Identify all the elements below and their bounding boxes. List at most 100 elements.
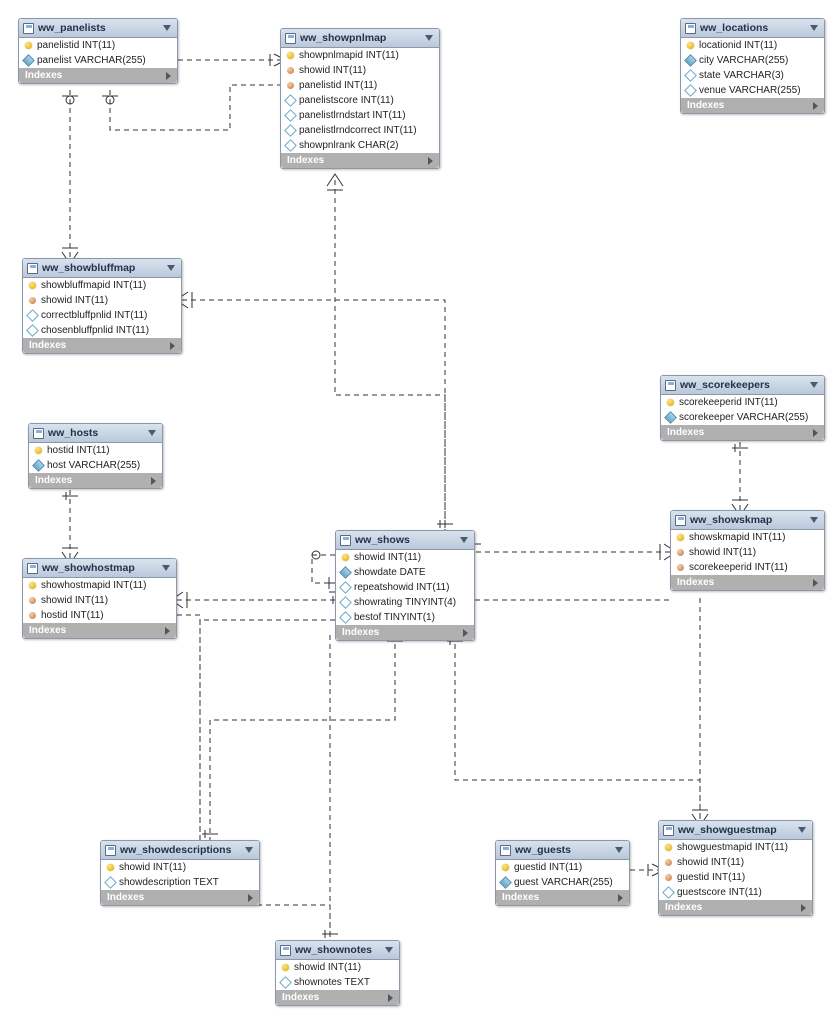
column-row[interactable]: guestid INT(11) — [659, 870, 812, 885]
column-row[interactable]: scorekeeperid INT(11) — [671, 560, 824, 575]
table-ww-shownotes[interactable]: ww_shownotesshowid INT(11)shownotes TEXT… — [275, 940, 400, 1006]
column-row[interactable]: showid INT(11) — [23, 293, 181, 308]
column-row[interactable]: hostid INT(11) — [29, 443, 162, 458]
indexes-section[interactable]: Indexes — [281, 153, 439, 168]
collapse-icon[interactable] — [163, 25, 171, 31]
table-ww-hosts[interactable]: ww_hostshostid INT(11)host VARCHAR(255)I… — [28, 423, 163, 489]
table-header[interactable]: ww_shownotes — [276, 941, 399, 960]
column-row[interactable]: host VARCHAR(255) — [29, 458, 162, 473]
table-ww-locations[interactable]: ww_locationslocationid INT(11)city VARCH… — [680, 18, 825, 114]
indexes-section[interactable]: Indexes — [101, 890, 259, 905]
table-header[interactable]: ww_showdescriptions — [101, 841, 259, 860]
column-row[interactable]: panelistid INT(11) — [19, 38, 177, 53]
collapse-icon[interactable] — [148, 430, 156, 436]
column-row[interactable]: panelistid INT(11) — [281, 78, 439, 93]
indexes-section[interactable]: Indexes — [336, 625, 474, 640]
column-row[interactable]: chosenbluffpnlid INT(11) — [23, 323, 181, 338]
column-row[interactable]: panelistlrndstart INT(11) — [281, 108, 439, 123]
table-header[interactable]: ww_showpnlmap — [281, 29, 439, 48]
expand-icon[interactable] — [813, 579, 818, 587]
expand-icon[interactable] — [165, 627, 170, 635]
expand-icon[interactable] — [801, 904, 806, 912]
expand-icon[interactable] — [428, 157, 433, 165]
column-row[interactable]: guestid INT(11) — [496, 860, 629, 875]
column-row[interactable]: repeatshowid INT(11) — [336, 580, 474, 595]
expand-icon[interactable] — [151, 477, 156, 485]
column-row[interactable]: state VARCHAR(3) — [681, 68, 824, 83]
column-row[interactable]: showid INT(11) — [101, 860, 259, 875]
collapse-icon[interactable] — [245, 847, 253, 853]
column-row[interactable]: showrating TINYINT(4) — [336, 595, 474, 610]
column-row[interactable]: correctbluffpnlid INT(11) — [23, 308, 181, 323]
collapse-icon[interactable] — [810, 25, 818, 31]
column-row[interactable]: venue VARCHAR(255) — [681, 83, 824, 98]
column-row[interactable]: showpnlmapid INT(11) — [281, 48, 439, 63]
collapse-icon[interactable] — [810, 382, 818, 388]
table-ww-shows[interactable]: ww_showsshowid INT(11)showdate DATErepea… — [335, 530, 475, 641]
expand-icon[interactable] — [388, 994, 393, 1002]
indexes-section[interactable]: Indexes — [23, 338, 181, 353]
column-row[interactable]: hostid INT(11) — [23, 608, 176, 623]
collapse-icon[interactable] — [162, 565, 170, 571]
column-row[interactable]: scorekeeperid INT(11) — [661, 395, 824, 410]
collapse-icon[interactable] — [385, 947, 393, 953]
table-header[interactable]: ww_guests — [496, 841, 629, 860]
column-row[interactable]: guestscore INT(11) — [659, 885, 812, 900]
column-row[interactable]: shownotes TEXT — [276, 975, 399, 990]
table-header[interactable]: ww_showbluffmap — [23, 259, 181, 278]
indexes-section[interactable]: Indexes — [23, 623, 176, 638]
column-row[interactable]: showid INT(11) — [671, 545, 824, 560]
column-row[interactable]: bestof TINYINT(1) — [336, 610, 474, 625]
column-row[interactable]: panelistscore INT(11) — [281, 93, 439, 108]
indexes-section[interactable]: Indexes — [29, 473, 162, 488]
collapse-icon[interactable] — [810, 517, 818, 523]
table-ww-showpnlmap[interactable]: ww_showpnlmapshowpnlmapid INT(11)showid … — [280, 28, 440, 169]
indexes-section[interactable]: Indexes — [681, 98, 824, 113]
table-ww-panelists[interactable]: ww_panelistspanelistid INT(11)panelist V… — [18, 18, 178, 84]
indexes-section[interactable]: Indexes — [659, 900, 812, 915]
table-header[interactable]: ww_locations — [681, 19, 824, 38]
column-row[interactable]: panelistlrndcorrect INT(11) — [281, 123, 439, 138]
column-row[interactable]: showhostmapid INT(11) — [23, 578, 176, 593]
table-ww-scorekeepers[interactable]: ww_scorekeepersscorekeeperid INT(11)scor… — [660, 375, 825, 441]
column-row[interactable]: showdate DATE — [336, 565, 474, 580]
column-row[interactable]: locationid INT(11) — [681, 38, 824, 53]
collapse-icon[interactable] — [615, 847, 623, 853]
column-row[interactable]: scorekeeper VARCHAR(255) — [661, 410, 824, 425]
column-row[interactable]: city VARCHAR(255) — [681, 53, 824, 68]
indexes-section[interactable]: Indexes — [496, 890, 629, 905]
table-ww-showbluffmap[interactable]: ww_showbluffmapshowbluffmapid INT(11)sho… — [22, 258, 182, 354]
column-row[interactable]: showdescription TEXT — [101, 875, 259, 890]
table-header[interactable]: ww_showskmap — [671, 511, 824, 530]
table-header[interactable]: ww_scorekeepers — [661, 376, 824, 395]
table-ww-guests[interactable]: ww_guestsguestid INT(11)guest VARCHAR(25… — [495, 840, 630, 906]
indexes-section[interactable]: Indexes — [19, 68, 177, 83]
collapse-icon[interactable] — [425, 35, 433, 41]
column-row[interactable]: showskmapid INT(11) — [671, 530, 824, 545]
column-row[interactable]: showid INT(11) — [276, 960, 399, 975]
column-row[interactable]: showid INT(11) — [659, 855, 812, 870]
expand-icon[interactable] — [166, 72, 171, 80]
collapse-icon[interactable] — [798, 827, 806, 833]
table-header[interactable]: ww_hosts — [29, 424, 162, 443]
column-row[interactable]: guest VARCHAR(255) — [496, 875, 629, 890]
table-ww-showguestmap[interactable]: ww_showguestmapshowguestmapid INT(11)sho… — [658, 820, 813, 916]
collapse-icon[interactable] — [460, 537, 468, 543]
table-header[interactable]: ww_showguestmap — [659, 821, 812, 840]
expand-icon[interactable] — [813, 102, 818, 110]
table-ww-showhostmap[interactable]: ww_showhostmapshowhostmapid INT(11)showi… — [22, 558, 177, 639]
column-row[interactable]: showid INT(11) — [336, 550, 474, 565]
expand-icon[interactable] — [813, 429, 818, 437]
collapse-icon[interactable] — [167, 265, 175, 271]
column-row[interactable]: showid INT(11) — [281, 63, 439, 78]
column-row[interactable]: showguestmapid INT(11) — [659, 840, 812, 855]
table-header[interactable]: ww_showhostmap — [23, 559, 176, 578]
indexes-section[interactable]: Indexes — [661, 425, 824, 440]
table-header[interactable]: ww_shows — [336, 531, 474, 550]
expand-icon[interactable] — [248, 894, 253, 902]
indexes-section[interactable]: Indexes — [671, 575, 824, 590]
column-row[interactable]: showbluffmapid INT(11) — [23, 278, 181, 293]
expand-icon[interactable] — [618, 894, 623, 902]
expand-icon[interactable] — [170, 342, 175, 350]
table-ww-showdescriptions[interactable]: ww_showdescriptionsshowid INT(11)showdes… — [100, 840, 260, 906]
